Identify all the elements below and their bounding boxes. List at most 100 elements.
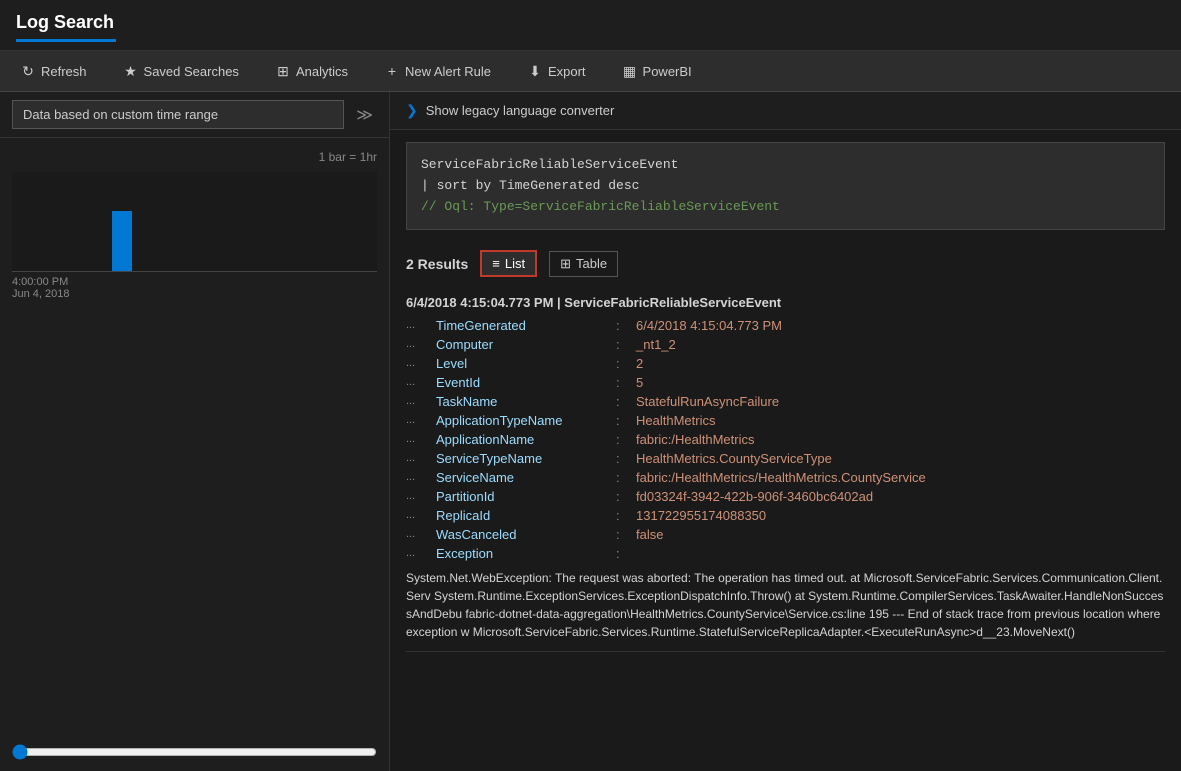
chart-xaxis: 4:00:00 PM Jun 4, 2018 — [12, 276, 377, 300]
powerbi-label: PowerBI — [643, 64, 692, 79]
table-row: ... ApplicationTypeName : HealthMetrics — [406, 411, 1165, 430]
chart-area: 1 bar = 1hr 4:00:00 PM Jun 4, 2018 — [0, 138, 389, 736]
field-sep: : — [616, 489, 636, 504]
title-underline — [16, 39, 116, 42]
field-value: HealthMetrics.CountyServiceType — [636, 451, 1165, 466]
table-row: ... WasCanceled : false — [406, 525, 1165, 544]
field-value: 5 — [636, 375, 1165, 390]
results-bar: 2 Results ≡ List ⊞ Table — [390, 242, 1181, 285]
query-box[interactable]: ServiceFabricReliableServiceEvent | sort… — [406, 142, 1165, 230]
table-view-button[interactable]: ⊞ Table — [549, 251, 618, 277]
left-panel: Data based on custom time range ≫ 1 bar … — [0, 92, 390, 771]
field-value: 131722955174088350 — [636, 508, 1165, 523]
field-name: Computer — [436, 337, 616, 352]
table-row: ... PartitionId : fd03324f-3942-422b-906… — [406, 487, 1165, 506]
field-sep: : — [616, 470, 636, 485]
powerbi-button[interactable]: ▦ PowerBI — [614, 59, 700, 83]
analytics-label: Analytics — [296, 64, 348, 79]
expand-icon[interactable]: ... — [406, 508, 436, 521]
table-row: ... ApplicationName : fabric:/HealthMetr… — [406, 430, 1165, 449]
collapse-button[interactable]: ≫ — [352, 101, 377, 129]
field-name: ApplicationName — [436, 432, 616, 447]
list-view-button[interactable]: ≡ List — [480, 250, 537, 277]
field-name: ServiceName — [436, 470, 616, 485]
field-value: StatefulRunAsyncFailure — [636, 394, 1165, 409]
expand-icon[interactable]: ... — [406, 337, 436, 350]
field-value: 2 — [636, 356, 1165, 371]
new-alert-label: New Alert Rule — [405, 64, 491, 79]
field-name: WasCanceled — [436, 527, 616, 542]
expand-icon[interactable]: ... — [406, 527, 436, 540]
refresh-icon: ↻ — [20, 63, 36, 79]
time-range-dropdown[interactable]: Data based on custom time range — [12, 100, 344, 129]
refresh-button[interactable]: ↻ Refresh — [12, 59, 95, 83]
expand-icon[interactable]: ... — [406, 546, 436, 559]
new-alert-button[interactable]: + New Alert Rule — [376, 59, 499, 83]
right-panel: ❯ Show legacy language converter Service… — [390, 92, 1181, 771]
expand-icon[interactable]: ... — [406, 318, 436, 331]
analytics-button[interactable]: ⊞ Analytics — [267, 59, 356, 83]
field-sep: : — [616, 508, 636, 523]
slider-container — [0, 736, 389, 771]
field-sep: : — [616, 413, 636, 428]
expand-icon[interactable]: ... — [406, 356, 436, 369]
results-list: 6/4/2018 4:15:04.773 PM | ServiceFabricR… — [390, 285, 1181, 771]
plus-icon: + — [384, 63, 400, 79]
expand-icon[interactable]: ... — [406, 375, 436, 388]
field-value: 6/4/2018 4:15:04.773 PM — [636, 318, 1165, 333]
expand-icon[interactable]: ... — [406, 413, 436, 426]
query-line1: ServiceFabricReliableServiceEvent — [421, 157, 678, 172]
table-row: ... ServiceName : fabric:/HealthMetrics/… — [406, 468, 1165, 487]
field-name: PartitionId — [436, 489, 616, 504]
bar-legend: 1 bar = 1hr — [12, 150, 377, 164]
saved-searches-button[interactable]: ★ Saved Searches — [115, 59, 247, 83]
export-button[interactable]: ⬇ Export — [519, 59, 594, 83]
table-row: ... ReplicaId : 131722955174088350 — [406, 506, 1165, 525]
field-sep: : — [616, 375, 636, 390]
chart-container — [12, 172, 377, 272]
field-name: TimeGenerated — [436, 318, 616, 333]
field-name: TaskName — [436, 394, 616, 409]
toolbar: ↻ Refresh ★ Saved Searches ⊞ Analytics +… — [0, 51, 1181, 92]
list-icon: ≡ — [492, 256, 500, 271]
field-sep: : — [616, 337, 636, 352]
results-count: 2 Results — [406, 256, 468, 272]
field-name: Level — [436, 356, 616, 371]
time-range-slider[interactable] — [12, 744, 377, 760]
download-icon: ⬇ — [527, 63, 543, 79]
expand-icon[interactable]: ... — [406, 451, 436, 464]
table-row: ... Computer : _nt1_2 — [406, 335, 1165, 354]
field-value: false — [636, 527, 1165, 542]
table-row: ... ServiceTypeName : HealthMetrics.Coun… — [406, 449, 1165, 468]
chart-bar — [112, 211, 132, 271]
expand-icon[interactable]: ... — [406, 470, 436, 483]
field-sep: : — [616, 318, 636, 333]
field-sep: : — [616, 356, 636, 371]
field-name: ReplicaId — [436, 508, 616, 523]
header: Log Search — [0, 0, 1181, 51]
legacy-bar[interactable]: ❯ Show legacy language converter — [390, 92, 1181, 130]
legacy-label: Show legacy language converter — [426, 103, 615, 118]
xaxis-date: Jun 4, 2018 — [12, 288, 70, 300]
field-value: HealthMetrics — [636, 413, 1165, 428]
table-row: ... Exception : — [406, 544, 1165, 563]
expand-icon[interactable]: ... — [406, 489, 436, 502]
list-label: List — [505, 256, 525, 271]
table-row: ... TimeGenerated : 6/4/2018 4:15:04.773… — [406, 316, 1165, 335]
field-sep: : — [616, 451, 636, 466]
star-icon: ★ — [123, 63, 139, 79]
table-row: ... EventId : 5 — [406, 373, 1165, 392]
field-name: EventId — [436, 375, 616, 390]
result-title: 6/4/2018 4:15:04.773 PM | ServiceFabricR… — [406, 295, 1165, 310]
query-line2: | sort by TimeGenerated desc — [421, 178, 639, 193]
table-row: ... Level : 2 — [406, 354, 1165, 373]
chevron-right-icon: ❯ — [406, 102, 418, 119]
expand-icon[interactable]: ... — [406, 432, 436, 445]
exception-text: System.Net.WebException: The request was… — [406, 569, 1165, 641]
table-icon: ⊞ — [560, 256, 571, 272]
export-label: Export — [548, 64, 586, 79]
expand-icon[interactable]: ... — [406, 394, 436, 407]
refresh-label: Refresh — [41, 64, 87, 79]
result-item: 6/4/2018 4:15:04.773 PM | ServiceFabricR… — [406, 285, 1165, 652]
collapse-icon: ≫ — [356, 107, 373, 124]
